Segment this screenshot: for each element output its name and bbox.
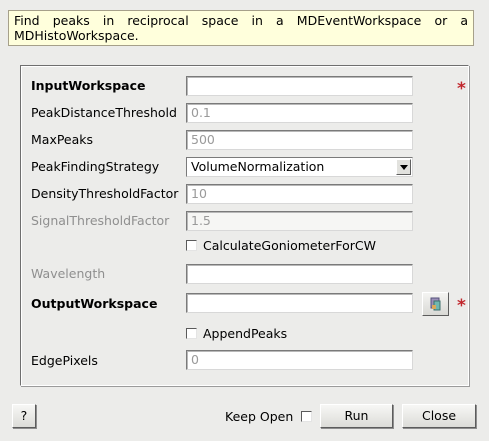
append-peaks-checkbox[interactable]: [186, 328, 197, 339]
max-peaks-label: MaxPeaks: [31, 132, 94, 147]
output-workspace-field[interactable]: [186, 293, 413, 313]
input-workspace-required-marker: *: [457, 79, 466, 99]
edge-pixels-field[interactable]: 0: [186, 350, 413, 370]
close-button[interactable]: Close: [402, 404, 476, 428]
max-peaks-field[interactable]: 500: [186, 130, 413, 150]
run-button[interactable]: Run: [320, 404, 393, 428]
calculate-goniometer-label: CalculateGoniometerForCW: [203, 238, 376, 253]
wavelength-label: Wavelength: [31, 266, 106, 281]
density-threshold-factor-field[interactable]: 10: [186, 184, 413, 204]
input-workspace-label: InputWorkspace: [31, 78, 146, 93]
wavelength-field[interactable]: [186, 264, 413, 284]
peak-finding-strategy-value: VolumeNormalization: [191, 159, 325, 174]
keep-open-checkbox[interactable]: [301, 411, 313, 422]
workspace-icon: [430, 297, 441, 311]
signal-threshold-factor-field: 1.5: [186, 211, 413, 231]
browse-workspace-button[interactable]: [422, 292, 449, 316]
output-workspace-required-marker: *: [457, 296, 466, 316]
output-workspace-label: OutputWorkspace: [31, 296, 158, 311]
peak-finding-strategy-label: PeakFindingStrategy: [31, 159, 160, 174]
edge-pixels-label: EdgePixels: [31, 353, 98, 368]
append-peaks-checkbox-row[interactable]: AppendPeaks: [186, 326, 287, 341]
peak-finding-strategy-select[interactable]: VolumeNormalization: [186, 157, 413, 177]
keep-open-row[interactable]: Keep Open: [225, 409, 313, 424]
density-threshold-factor-label: DensityThresholdFactor: [31, 186, 179, 201]
peak-distance-threshold-label: PeakDistanceThreshold: [31, 105, 177, 120]
algorithm-description: Find peaks in reciprocal space in a MDEv…: [8, 10, 474, 46]
chevron-down-icon[interactable]: [396, 159, 411, 175]
input-workspace-field[interactable]: [186, 76, 413, 96]
calculate-goniometer-checkbox[interactable]: [186, 240, 197, 251]
keep-open-label: Keep Open: [225, 409, 294, 424]
append-peaks-label: AppendPeaks: [203, 326, 288, 341]
peak-distance-threshold-field[interactable]: 0.1: [186, 103, 413, 123]
help-button[interactable]: ?: [12, 404, 36, 428]
calculate-goniometer-checkbox-row[interactable]: CalculateGoniometerForCW: [186, 238, 376, 253]
signal-threshold-factor-label: SignalThresholdFactor: [31, 213, 170, 228]
